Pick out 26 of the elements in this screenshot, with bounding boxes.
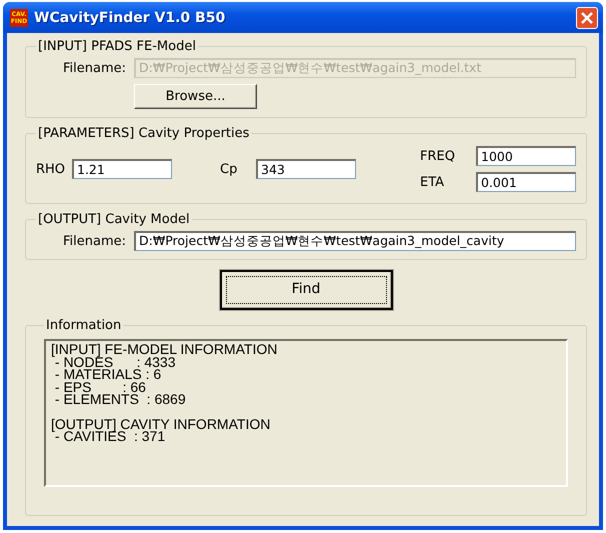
info-heading: [INPUT] FE-MODEL INFORMATION: [51, 343, 278, 356]
close-icon: [580, 10, 594, 24]
parameter-field[interactable]: 1000: [476, 146, 576, 166]
parameter-field[interactable]: 343: [256, 159, 356, 179]
field-label: Filename:: [62, 60, 126, 76]
info-line: - CAVITIES : 371: [54, 430, 166, 442]
group-title: [INPUT] PFADS FE-Model: [37, 39, 197, 54]
field-label: FREQ: [420, 148, 456, 164]
group-title: [PARAMETERS] Cavity Properties: [37, 126, 250, 141]
info-line: - ELEMENTS : 6869: [54, 393, 187, 406]
info-line: - MATERIALS : 6: [54, 368, 162, 380]
info-line: - NODES : 4333: [54, 356, 176, 368]
find-button[interactable]: Find: [220, 270, 392, 310]
field-label: Cp: [220, 162, 238, 176]
field-label: Filename:: [62, 234, 126, 248]
parameter-field[interactable]: 1.21: [72, 159, 172, 179]
info-line: - EPS : 66: [54, 380, 146, 393]
parameter-field[interactable]: 0.001: [476, 172, 576, 192]
group-title: [OUTPUT] Cavity Model: [37, 212, 191, 227]
field-label: ETA: [420, 174, 446, 190]
field-label: RHO: [36, 162, 66, 176]
output-filename-field[interactable]: D:₩Project₩삼성중공업₩현수₩test₩again3_model_cavity: [134, 231, 576, 251]
group-title: Information: [45, 318, 122, 333]
window-title: WCavityFinder V1.0 B50: [34, 10, 226, 26]
close-button[interactable]: [576, 6, 598, 28]
info-heading: [OUTPUT] CAVITY INFORMATION: [51, 418, 272, 430]
